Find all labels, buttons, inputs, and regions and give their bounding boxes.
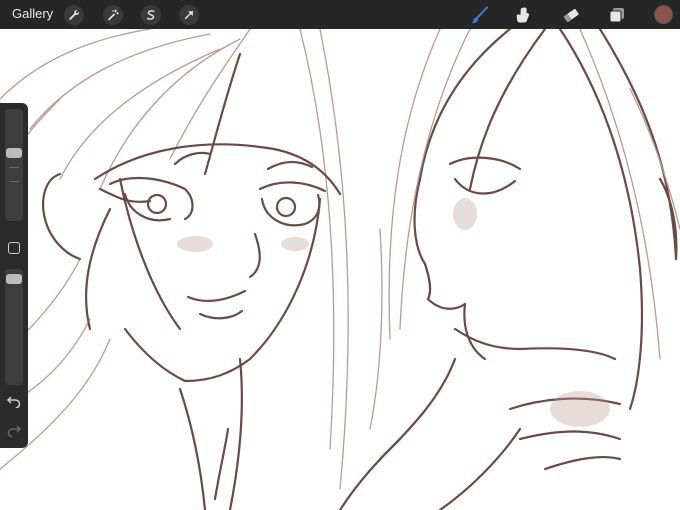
redo-icon[interactable]: [6, 423, 22, 437]
sidebar: [0, 103, 28, 448]
hair-strands-left: [0, 29, 349, 490]
eraser-icon[interactable]: [560, 4, 582, 26]
slider-tick: [9, 167, 19, 168]
right-figure-lines: [338, 29, 678, 510]
drawing-canvas[interactable]: [0, 29, 680, 510]
slider-tick: [9, 181, 19, 182]
top-toolbar: Gallery: [0, 0, 680, 29]
magic-wand-icon[interactable]: [103, 5, 123, 25]
opacity-slider[interactable]: [5, 269, 23, 385]
modify-button[interactable]: [8, 242, 20, 254]
transform-arrow-icon[interactable]: [179, 5, 199, 25]
color-swatch[interactable]: [654, 5, 673, 24]
undo-icon[interactable]: [6, 394, 22, 408]
brush-size-knob[interactable]: [6, 147, 22, 158]
opacity-knob[interactable]: [6, 274, 22, 285]
left-figure-lines: [42, 52, 342, 510]
wrench-icon[interactable]: [64, 5, 84, 25]
brush-icon[interactable]: [469, 4, 491, 26]
selection-icon[interactable]: [141, 5, 161, 25]
brush-size-slider[interactable]: [5, 109, 23, 221]
smudge-icon[interactable]: [512, 4, 534, 26]
gallery-button[interactable]: Gallery: [12, 6, 53, 22]
layers-icon[interactable]: [606, 4, 628, 26]
